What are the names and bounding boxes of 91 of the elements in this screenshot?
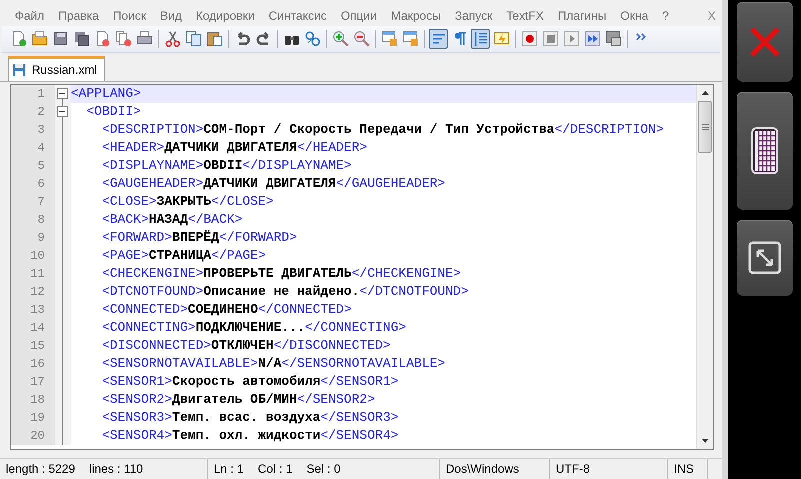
- status-text: Dos\Windows: [446, 462, 520, 476]
- line-number: 10: [11, 247, 55, 265]
- play-icon[interactable]: [562, 29, 581, 49]
- fold-toggle[interactable]: [57, 88, 68, 99]
- line-number: 17: [11, 373, 55, 391]
- status-text: length : 5229: [6, 462, 76, 476]
- record-icon[interactable]: [520, 29, 539, 49]
- code-line: <GAUGEHEADER>ДАТЧИКИ ДВИГАТЕЛЯ</GAUGEHEADER>: [101, 175, 446, 193]
- code-line: <DTCNOTFOUND>Описание не найдено.</DTCNOTFOUND>: [101, 283, 469, 301]
- copy-icon[interactable]: [184, 29, 203, 49]
- floppies-icon[interactable]: [72, 29, 91, 49]
- resize-button[interactable]: [736, 220, 792, 296]
- scrollbar[interactable]: [696, 85, 713, 449]
- line-number: 15: [11, 337, 55, 355]
- line-number: 1: [11, 85, 55, 103]
- code-line: <CONNECTED>СОЕДИНЕНО</CONNECTED>: [101, 301, 352, 319]
- close-icon: [748, 26, 780, 58]
- line-number: 6: [11, 175, 55, 193]
- line-number: 8: [11, 211, 55, 229]
- code-line: <FORWARD>ВПЕРЁД</FORWARD>: [101, 229, 298, 247]
- resize-icon: [748, 241, 782, 275]
- word-wrap-icon[interactable]: [429, 29, 448, 49]
- status-text: Ln : 1: [214, 462, 244, 476]
- close-document-button[interactable]: X: [708, 9, 716, 23]
- line-number: 20: [11, 427, 55, 445]
- file-tab[interactable]: Russian.xml: [8, 56, 106, 81]
- fast-forward-icon[interactable]: [583, 29, 602, 49]
- menu-item[interactable]: TextFX: [500, 9, 551, 23]
- menu-item[interactable]: Окна: [614, 9, 656, 23]
- code-line: <DISPLAYNAME>OBDII</DISPLAYNAME>: [101, 157, 352, 175]
- status-text: UTF-8: [556, 462, 590, 476]
- scissors-icon[interactable]: [163, 29, 182, 49]
- code-line: <DISCONNECTED>ОТКЛЮЧЕН</DISCONNECTED>: [101, 337, 391, 355]
- floppy-icon: [13, 64, 26, 76]
- menu-item[interactable]: Запуск: [448, 9, 500, 23]
- line-number: 12: [11, 283, 55, 301]
- code-line: <CONNECTING>ПОДКЛЮЧЕНИЕ...</CONNECTING>: [101, 319, 406, 337]
- code-line: <SENSOR3>Темп. всас. воздуха</SENSOR3>: [101, 409, 399, 427]
- menu-item[interactable]: Макросы: [384, 9, 448, 23]
- menu-item[interactable]: Вид: [153, 9, 190, 23]
- menu-item[interactable]: Файл: [8, 9, 52, 23]
- menu-item[interactable]: Кодировки: [189, 9, 262, 23]
- menu-item[interactable]: Поиск: [106, 9, 154, 23]
- code-line: <SENSOR2>Двигатель ОБ/МИН</SENSOR2>: [101, 391, 376, 409]
- line-number: 18: [11, 391, 55, 409]
- code-line: <BACK>НАЗАД</BACK>: [101, 211, 243, 229]
- menu-item[interactable]: Правка: [52, 9, 106, 23]
- code-line: <CLOSE>ЗАКРЫТЬ</CLOSE>: [101, 193, 274, 211]
- replace-icon[interactable]: [303, 29, 322, 49]
- line-number: 19: [11, 409, 55, 427]
- keyboard-icon: [750, 127, 778, 175]
- scroll-up-icon[interactable]: [702, 91, 708, 95]
- menu-item[interactable]: Синтаксис: [262, 9, 334, 23]
- close-files-icon[interactable]: [114, 29, 133, 49]
- fold-toggle[interactable]: [57, 106, 68, 117]
- zoom-out-icon[interactable]: [352, 29, 371, 49]
- code-line: <OBDII>: [86, 103, 142, 121]
- line-number: 9: [11, 229, 55, 247]
- line-number: 3: [11, 121, 55, 139]
- code-line: <SENSOR1>Скорость автомобиля</SENSOR1>: [101, 373, 399, 391]
- stop-icon[interactable]: [541, 29, 560, 49]
- code-line: <CHECKENGINE>ПРОВЕРЬТЕ ДВИГАТЕЛЬ</CHECKENGINE>: [101, 265, 462, 283]
- code-line: <DESCRIPTION>COM-Порт / Скорость Передачи / Тип Устройства</DESCRIPTION>: [101, 121, 664, 139]
- line-number: 4: [11, 139, 55, 157]
- scroll-thumb[interactable]: [698, 101, 712, 153]
- menu-item[interactable]: Опции: [334, 9, 384, 23]
- code-line: <SENSOR4>Темп. охл. жидкости</SENSOR4>: [101, 427, 399, 445]
- status-text: lines : 110: [89, 462, 144, 476]
- code-line: <SENSORNOTAVAILABLE>N/A</SENSORNOTAVAILABLE>: [101, 355, 446, 373]
- line-number: 7: [11, 193, 55, 211]
- indent-guide-icon[interactable]: [471, 29, 490, 49]
- line-number: 2: [11, 103, 55, 121]
- scroll-down-icon[interactable]: [702, 439, 708, 443]
- menu-item[interactable]: Плагины: [551, 9, 614, 23]
- line-number: 13: [11, 301, 55, 319]
- menu-item[interactable]: ?: [656, 9, 676, 23]
- zoom-in-icon[interactable]: [331, 29, 350, 49]
- macro-save-icon[interactable]: [604, 29, 623, 49]
- sync-vertical-icon[interactable]: [380, 29, 399, 49]
- code-line: <PAGE>СТРАНИЦА</PAGE>: [101, 247, 266, 265]
- keyboard-button[interactable]: [736, 92, 792, 210]
- code-line: <APPLANG>: [71, 85, 142, 103]
- line-number: 11: [11, 265, 55, 283]
- line-number: 14: [11, 319, 55, 337]
- line-number: 5: [11, 157, 55, 175]
- sync-horizontal-icon[interactable]: [401, 29, 420, 49]
- status-text: Col : 1: [258, 462, 293, 476]
- status-text: INS: [674, 462, 694, 476]
- line-number: 16: [11, 355, 55, 373]
- code-line: <HEADER>ДАТЧИКИ ДВИГАТЕЛЯ</HEADER>: [101, 139, 368, 157]
- status-text: Sel : 0: [306, 462, 341, 476]
